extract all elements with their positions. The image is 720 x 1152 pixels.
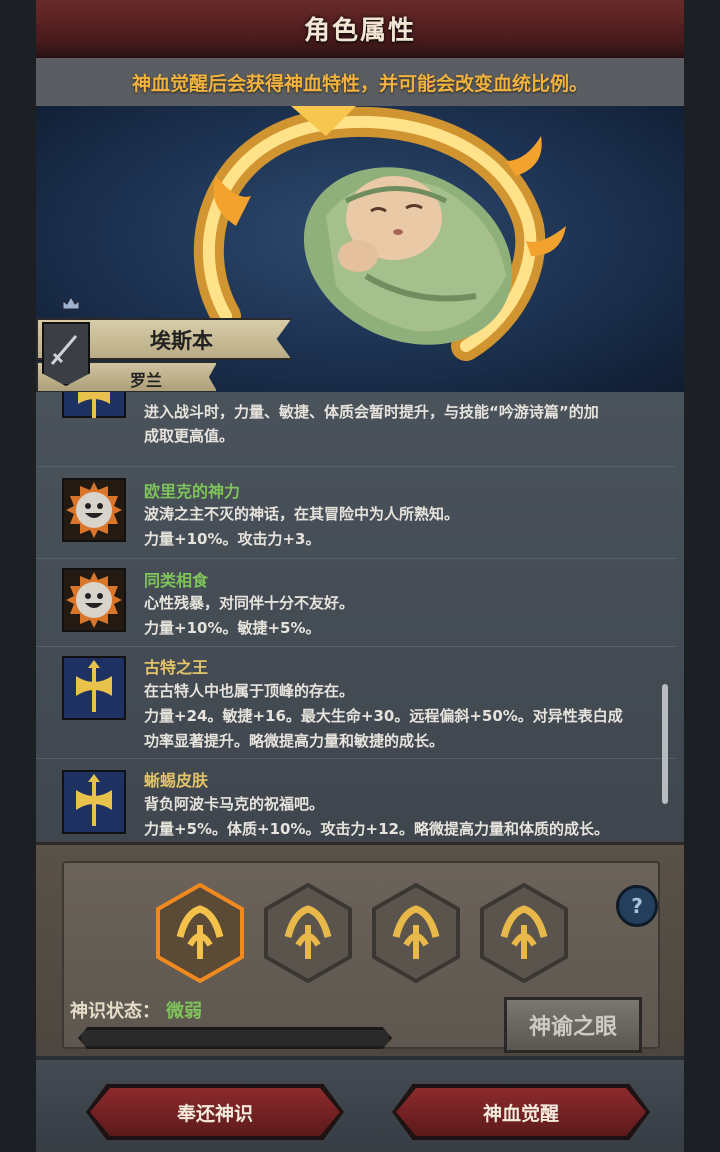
divine-slot-active[interactable]: [156, 883, 244, 983]
oracle-eye-label: 神谕之眼: [528, 1015, 617, 1040]
trait-item: 蜥蜴皮肤 背负阿波卡马克的祝福吧。 力量+5%。体质+10%。攻击力+12。略微…: [36, 758, 676, 840]
trait-name: 古特之王: [144, 658, 209, 677]
trait-effect: 力量+10%。敏捷+5%。: [144, 619, 321, 637]
footer: 奉还神识 神血觉醒: [36, 1056, 684, 1152]
divine-panel: ? 神识状态： 微弱 神谕之眼: [36, 842, 684, 1059]
rank-crown-icon: [62, 296, 80, 310]
trait-item: 进入战斗时，力量、敏捷、体质会暂时提升，与技能“吟游诗篇”的加 成取更高值。: [36, 392, 676, 467]
notice-text: 神血觉醒后会获得神血特性，并可能会改变血统比例。: [131, 72, 588, 95]
trait-name: 蜥蜴皮肤: [144, 771, 209, 790]
character-attributes-window: 角色属性 神血觉醒后会获得神血特性，并可能会改变血统比例。 埃斯本 罗兰 进入战…: [36, 0, 684, 1152]
golden-axe-icon: [62, 656, 126, 720]
trait-description: 进入战斗时，力量、敏捷、体质会暂时提升，与技能“吟游诗篇”的加: [144, 403, 599, 421]
divine-progress-bar: [78, 1027, 392, 1049]
trait-name: 欧里克的神力: [144, 482, 241, 501]
return-divine-sense-label: 奉还神识: [176, 1102, 253, 1125]
trait-description: 背负阿波卡马克的祝福吧。: [144, 795, 325, 813]
notice-banner: 神血觉醒后会获得神血特性，并可能会改变血统比例。: [36, 58, 684, 106]
divine-slot[interactable]: [372, 883, 460, 983]
divine-inner-panel: ? 神识状态： 微弱 神谕之眼: [62, 861, 660, 1053]
golden-axe-icon: [62, 392, 126, 418]
divine-slot[interactable]: [480, 883, 568, 983]
help-icon: ?: [631, 894, 643, 918]
trait-effect: 力量+5%。体质+10%。攻击力+12。略微提高力量和体质的成长。: [144, 820, 609, 838]
sword-icon: [50, 335, 78, 365]
trait-item: 欧里克的神力 波涛之主不灭的神话，在其冒险中为人所熟知。 力量+10%。攻击力+…: [36, 470, 676, 559]
character-origin: 罗兰: [130, 371, 163, 390]
trait-effect: 成取更高值。: [144, 427, 235, 445]
smiley-face-icon: [62, 568, 126, 632]
class-shield[interactable]: [42, 322, 90, 386]
smiley-face-icon: [62, 478, 126, 542]
trait-description: 波涛之主不灭的神话，在其冒险中为人所熟知。: [144, 505, 460, 523]
divine-blood-awaken-label: 神血觉醒: [482, 1102, 559, 1125]
return-divine-sense-button[interactable]: 奉还神识: [90, 1088, 340, 1136]
golden-axe-icon: [62, 770, 126, 834]
trait-effect: 力量+10%。攻击力+3。: [144, 530, 321, 548]
title-bar: 角色属性: [36, 0, 684, 59]
divine-status-label: 神识状态：: [70, 1001, 160, 1022]
trait-description: 心性残暴，对同伴十分不友好。: [144, 594, 355, 612]
trait-description: 在古特人中也属于顶峰的存在。: [144, 682, 355, 700]
divine-blood-awaken-button[interactable]: 神血觉醒: [396, 1088, 646, 1136]
trait-list-scrollbar[interactable]: [662, 684, 668, 804]
trait-name: 同类相食: [144, 571, 209, 590]
divine-slot[interactable]: [264, 883, 352, 983]
character-name: 埃斯本: [150, 329, 213, 353]
trait-effect-continued: 功率显著提升。略微提高力量和敏捷的成长。: [144, 732, 445, 750]
trait-item: 同类相食 心性残暴，对同伴十分不友好。 力量+10%。敏捷+5%。: [36, 558, 676, 647]
oracle-eye-button[interactable]: 神谕之眼: [504, 997, 642, 1053]
trait-effect: 力量+24。敏捷+16。最大生命+30。远程偏斜+50%。对异性表白成: [144, 707, 623, 725]
help-button[interactable]: ?: [616, 885, 658, 927]
trait-list[interactable]: 进入战斗时，力量、敏捷、体质会暂时提升，与技能“吟游诗篇”的加 成取更高值。 欧…: [36, 392, 684, 840]
divine-status-value: 微弱: [166, 1001, 202, 1022]
page-title: 角色属性: [303, 15, 416, 46]
trait-item: 古特之王 在古特人中也属于顶峰的存在。 力量+24。敏捷+16。最大生命+30。…: [36, 646, 676, 759]
